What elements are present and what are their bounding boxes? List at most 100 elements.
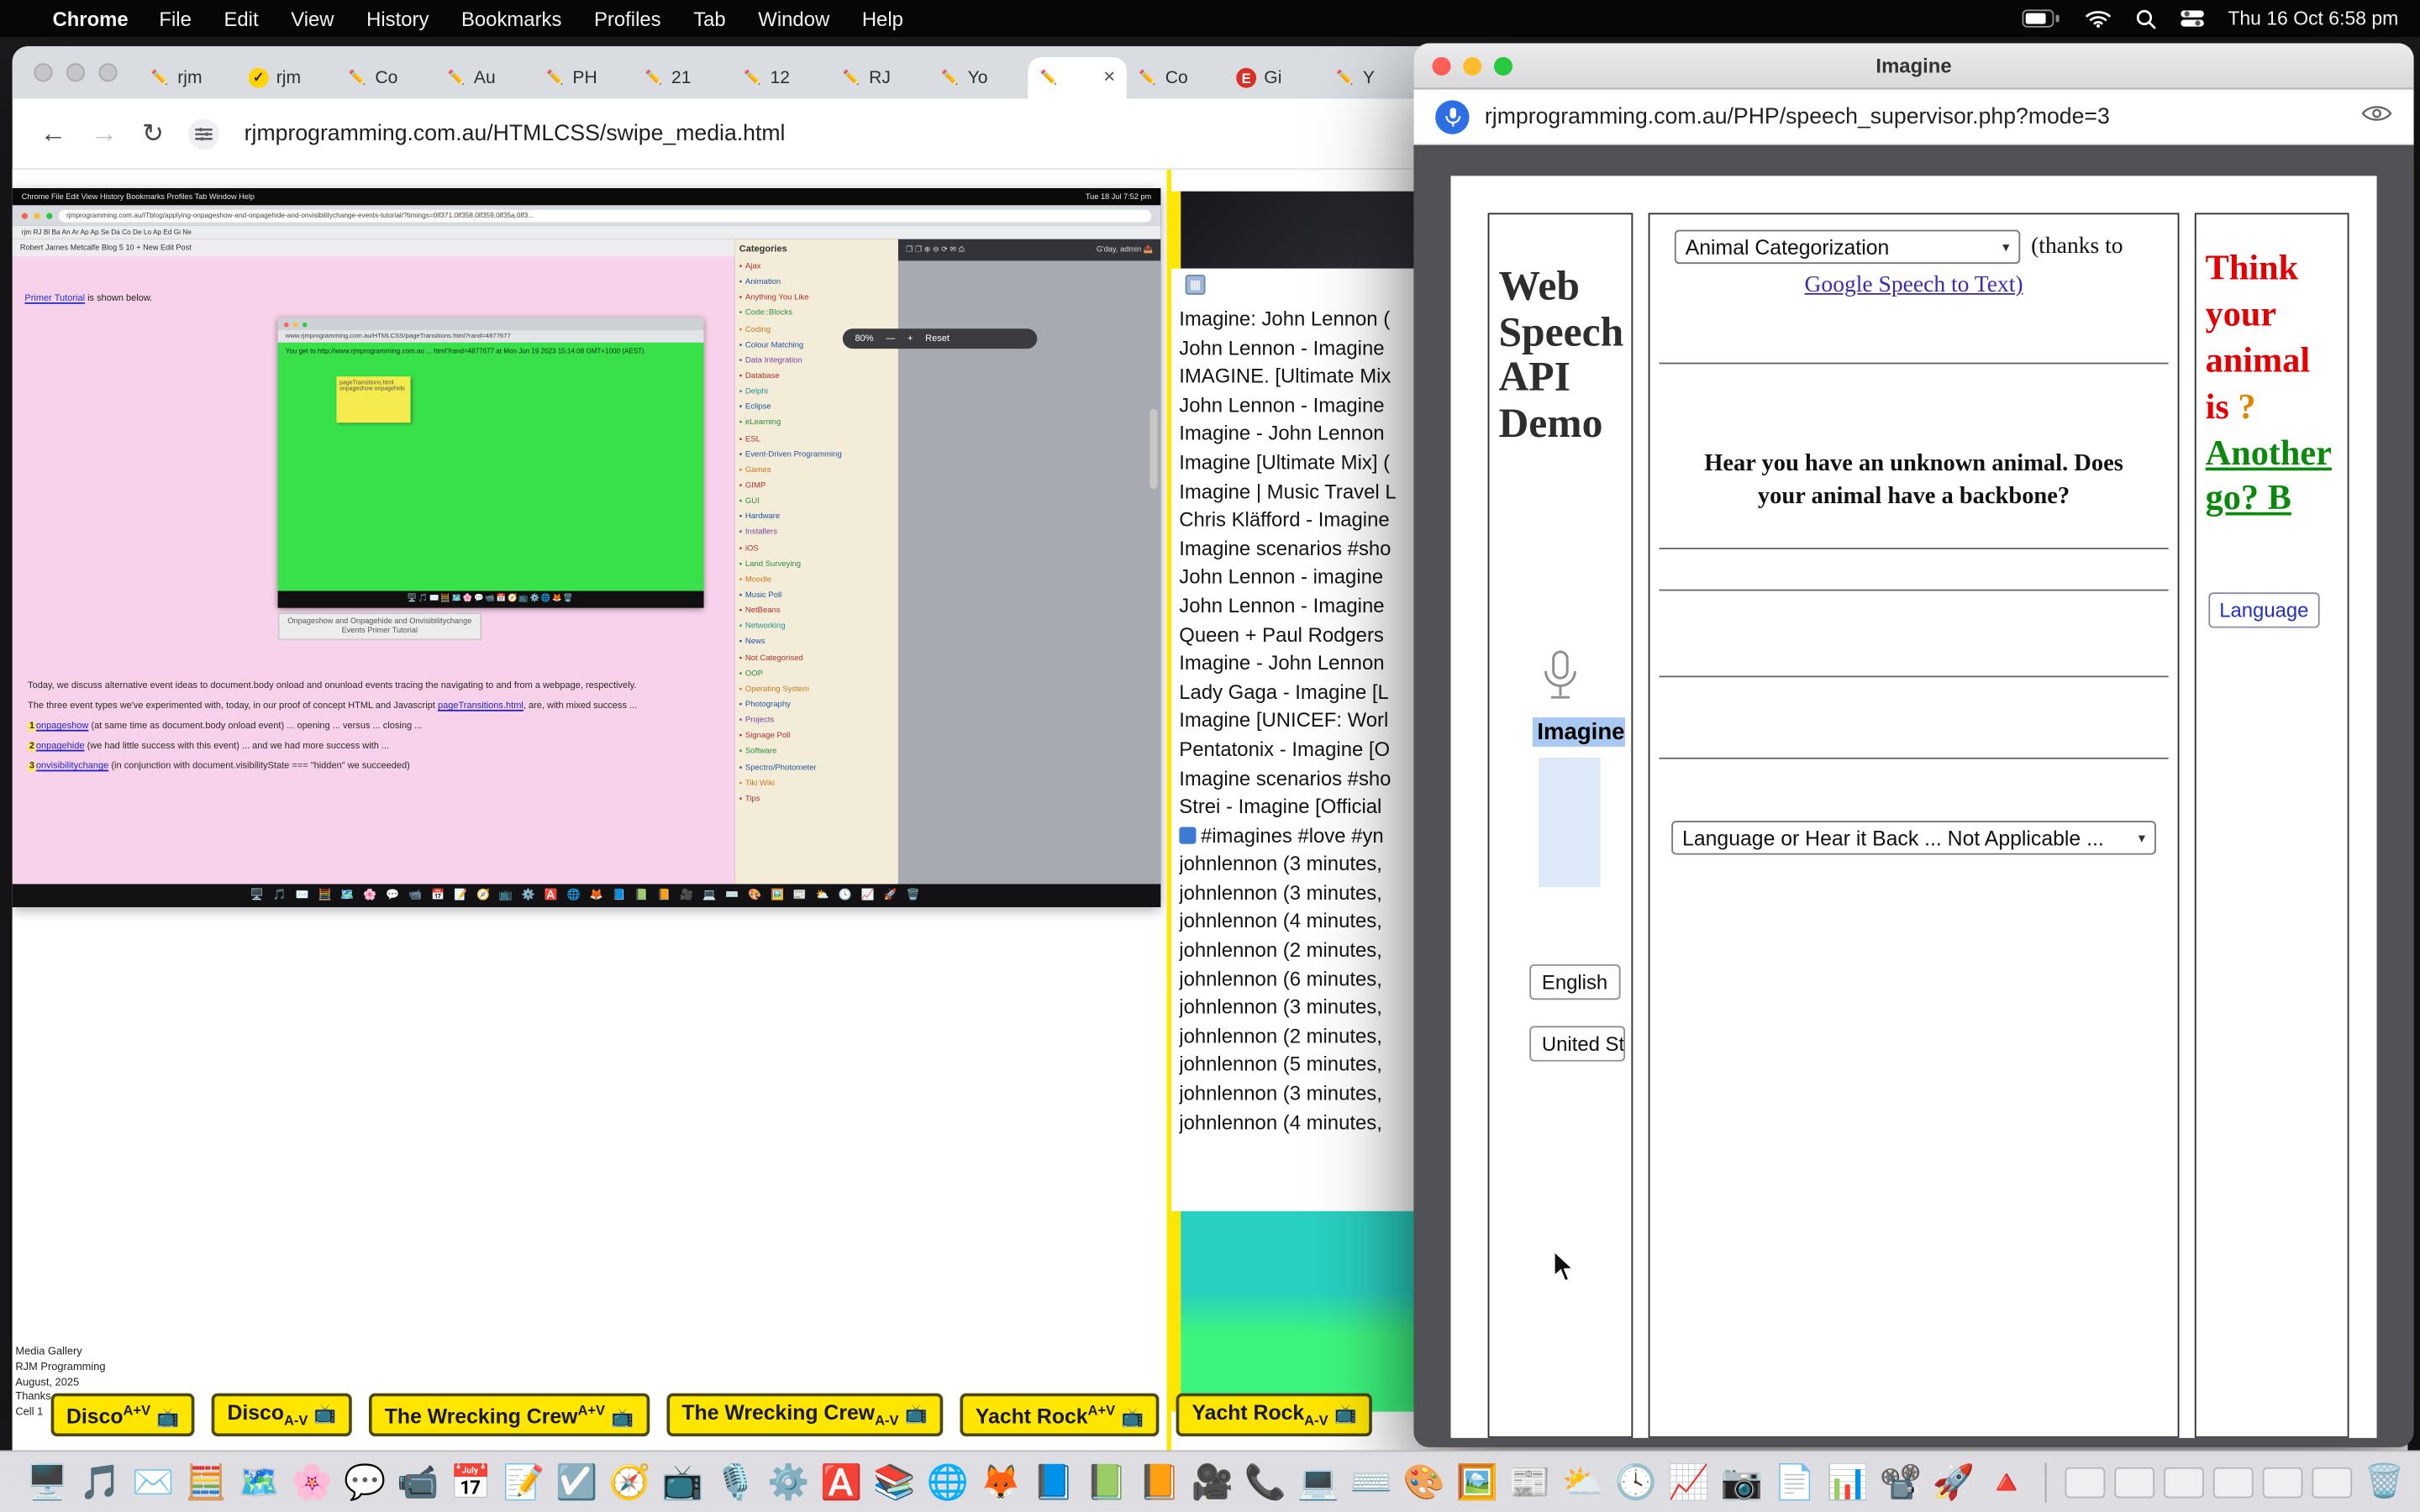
dock-app-icon[interactable]: 📘 bbox=[1032, 1465, 1074, 1499]
minimized-window-thumb[interactable] bbox=[2312, 1467, 2352, 1498]
dock-app-icon[interactable]: 📹 bbox=[397, 1465, 439, 1499]
menu-app-name[interactable]: Chrome bbox=[52, 7, 128, 30]
media-list-item[interactable]: #imagines #love #yn bbox=[1179, 822, 1424, 850]
reload-icon[interactable]: ↻ bbox=[142, 118, 164, 150]
dock-app-icon[interactable]: 💻 bbox=[1297, 1465, 1339, 1499]
media-list-item[interactable]: IMAGINE. [Ultimate Mix bbox=[1179, 363, 1424, 391]
trash-icon[interactable]: 🗑️ bbox=[2365, 1463, 2405, 1500]
dock-app-icon[interactable]: 📄 bbox=[1774, 1465, 1816, 1499]
microphone-icon[interactable] bbox=[1540, 649, 1581, 712]
back-icon[interactable]: ← bbox=[40, 118, 66, 150]
browser-tab[interactable]: ✏️ PH bbox=[534, 57, 634, 99]
browser-tab[interactable]: ✏️ Co bbox=[336, 57, 435, 99]
zoom-window-button[interactable] bbox=[99, 63, 118, 81]
media-list-item[interactable]: johnlennon (5 minutes, bbox=[1179, 1052, 1424, 1080]
control-center-icon[interactable] bbox=[2180, 9, 2203, 28]
dock-app-icon[interactable]: 📗 bbox=[1086, 1465, 1128, 1499]
close-window-button[interactable] bbox=[1432, 56, 1450, 75]
minimized-window-thumb[interactable] bbox=[2262, 1467, 2302, 1498]
media-list-item[interactable]: Imagine scenarios #sho bbox=[1179, 535, 1424, 564]
browser-tab[interactable]: E Gi bbox=[1225, 57, 1324, 99]
microphone-badge-icon[interactable] bbox=[1435, 99, 1469, 133]
dock-app-icon[interactable]: 🦊 bbox=[979, 1465, 1021, 1499]
media-playlist-button[interactable]: Yacht RockA-V 📺 bbox=[1176, 1394, 1372, 1436]
media-list-item[interactable]: johnlennon (3 minutes, bbox=[1179, 1080, 1424, 1109]
dialect-united-states-button[interactable]: United States bbox=[1529, 1026, 1625, 1061]
minimize-window-button[interactable] bbox=[66, 63, 85, 81]
menu-clock[interactable]: Thu 16 Oct 6:58 pm bbox=[2228, 8, 2398, 29]
language-button[interactable]: Language bbox=[2208, 592, 2319, 627]
dock-app-icon[interactable]: 💬 bbox=[344, 1465, 386, 1499]
browser-tab[interactable]: ✏️ Y bbox=[1324, 57, 1423, 99]
dock-app-icon[interactable]: ⛅ bbox=[1562, 1465, 1604, 1499]
media-list-item[interactable]: Imagine - John Lennon bbox=[1179, 649, 1424, 678]
dock-app-icon[interactable]: 📷 bbox=[1721, 1465, 1763, 1499]
media-list-item[interactable]: Imagine: John Lennon ( bbox=[1179, 306, 1424, 334]
media-list-item[interactable]: Imagine [UNICEF: Worl bbox=[1179, 707, 1424, 736]
minimized-window-thumb[interactable] bbox=[2213, 1467, 2254, 1498]
google-speech-link[interactable]: Google Speech to Text) bbox=[1649, 273, 2177, 299]
media-list-item[interactable]: johnlennon (4 minutes, bbox=[1179, 1109, 1424, 1137]
media-list-item[interactable]: johnlennon (2 minutes, bbox=[1179, 937, 1424, 965]
forward-icon[interactable]: → bbox=[91, 118, 117, 150]
media-list-item[interactable]: Imagine scenarios #sho bbox=[1179, 764, 1424, 793]
media-list-item[interactable]: Strei - Imagine [Official bbox=[1179, 793, 1424, 822]
menu-item[interactable]: Tab bbox=[693, 7, 726, 30]
media-playlist-button[interactable]: Yacht RockA+V 📺 bbox=[960, 1394, 1160, 1436]
media-list-item[interactable]: johnlennon (3 minutes, bbox=[1179, 851, 1424, 879]
close-window-button[interactable] bbox=[34, 63, 52, 81]
dock-app-icon[interactable]: 🅰️ bbox=[820, 1465, 862, 1499]
reader-eye-icon[interactable] bbox=[2361, 103, 2392, 129]
site-settings-icon[interactable] bbox=[189, 118, 220, 150]
media-list-item[interactable]: johnlennon (4 minutes, bbox=[1179, 908, 1424, 937]
spotlight-search-icon[interactable] bbox=[2135, 8, 2155, 29]
dock-app-icon[interactable]: 🎥 bbox=[1192, 1465, 1234, 1499]
media-list-item[interactable]: John Lennon - Imagine bbox=[1179, 334, 1424, 363]
zoom-window-button[interactable] bbox=[1494, 56, 1512, 75]
browser-tab[interactable]: ✏️ ✕ bbox=[1028, 57, 1127, 99]
dock-app-icon[interactable]: 🎵 bbox=[79, 1465, 121, 1499]
battery-icon[interactable] bbox=[2021, 9, 2060, 28]
dock-app-icon[interactable]: 📅 bbox=[450, 1465, 492, 1499]
menu-item[interactable]: Profiles bbox=[594, 7, 661, 30]
media-playlist-button[interactable]: DiscoA+V 📺 bbox=[51, 1394, 195, 1436]
dock-app-icon[interactable]: 🕓 bbox=[1615, 1465, 1657, 1499]
media-list-item[interactable]: johnlennon (3 minutes, bbox=[1179, 879, 1424, 908]
media-playlist-button[interactable]: The Wrecking CrewA+V 📺 bbox=[369, 1394, 649, 1436]
language-english-button[interactable]: English bbox=[1529, 964, 1620, 1000]
browser-tab[interactable]: ✏️ rjm bbox=[139, 57, 238, 99]
imagine-url[interactable]: rjmprogramming.com.au/PHP/speech_supervi… bbox=[1485, 104, 2110, 129]
dock-app-icon[interactable]: 📚 bbox=[873, 1465, 915, 1499]
minimize-window-button[interactable] bbox=[1463, 56, 1481, 75]
dock-app-icon[interactable]: 🗺️ bbox=[238, 1465, 280, 1499]
browser-tab[interactable]: ✏️ Au bbox=[435, 57, 534, 99]
media-list-item[interactable]: Lady Gaga - Imagine [L bbox=[1179, 679, 1424, 707]
media-list-item[interactable]: Imagine - John Lennon bbox=[1179, 420, 1424, 449]
dock-app-icon[interactable]: 🚀 bbox=[1933, 1465, 1975, 1499]
minimized-window-thumb[interactable] bbox=[2065, 1467, 2105, 1498]
dock-app-icon[interactable]: 📰 bbox=[1509, 1465, 1551, 1499]
dock-app-icon[interactable]: 🌐 bbox=[926, 1465, 968, 1499]
browser-tab[interactable]: ✏️ Yo bbox=[929, 57, 1028, 99]
menu-item[interactable]: Bookmarks bbox=[461, 7, 561, 30]
language-hearback-select[interactable]: Language or Hear it Back ... Not Applica… bbox=[1671, 821, 2156, 854]
category-select[interactable]: Animal Categorization ▾ bbox=[1675, 230, 2020, 264]
browser-tab[interactable]: ✏️ 21 bbox=[633, 57, 732, 99]
dock-app-icon[interactable]: 🖥️ bbox=[26, 1465, 68, 1499]
dock-app-icon[interactable]: ⌨️ bbox=[1350, 1465, 1392, 1499]
dock-app-icon[interactable]: 📊 bbox=[1827, 1465, 1869, 1499]
media-list-item[interactable]: Chris Kläfford - Imagine bbox=[1179, 507, 1424, 535]
media-list-item[interactable]: John Lennon - Imagine bbox=[1179, 391, 1424, 420]
browser-tab[interactable]: ✏️ RJ bbox=[830, 57, 929, 99]
dock-app-icon[interactable]: 🖼️ bbox=[1456, 1465, 1498, 1499]
dock-app-icon[interactable]: 🌸 bbox=[291, 1465, 333, 1499]
menu-item[interactable]: Help bbox=[862, 7, 903, 30]
dock-app-icon[interactable]: 📺 bbox=[661, 1465, 703, 1499]
browser-tab[interactable]: ✓ rjm bbox=[238, 57, 337, 99]
dock-app-icon[interactable]: ☑️ bbox=[555, 1465, 597, 1499]
media-list-item[interactable]: johnlennon (2 minutes, bbox=[1179, 1022, 1424, 1051]
dock-app-icon[interactable]: 🎨 bbox=[1403, 1465, 1445, 1499]
wifi-icon[interactable] bbox=[2085, 9, 2111, 28]
menu-item[interactable]: History bbox=[366, 7, 429, 30]
dock-app-icon[interactable]: 📝 bbox=[502, 1465, 544, 1499]
